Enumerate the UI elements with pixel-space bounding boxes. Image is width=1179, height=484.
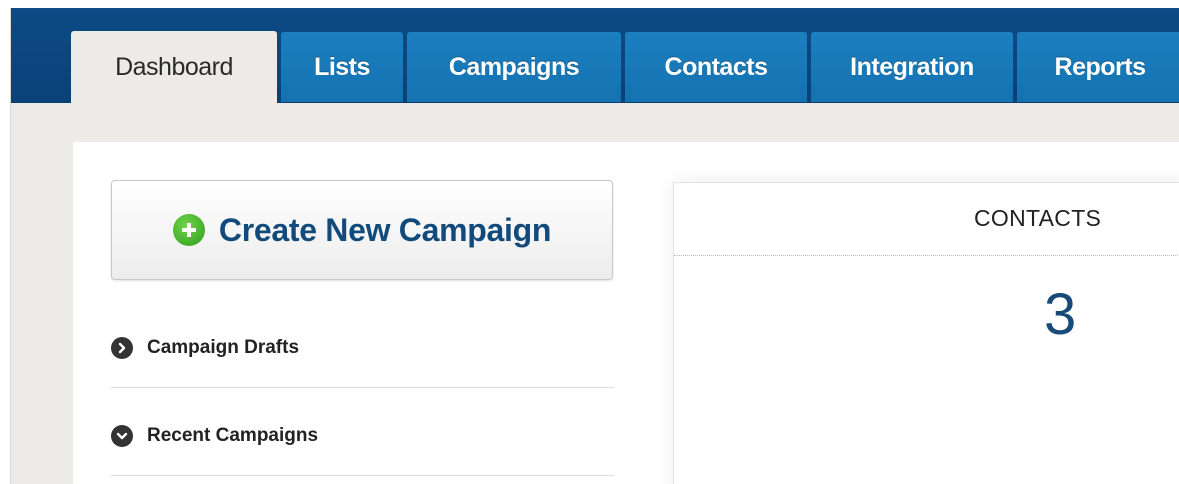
main-tabs: Dashboard Lists Campaigns Contacts Integ… (71, 31, 1179, 103)
tab-lists-label: Lists (314, 52, 370, 81)
recent-campaigns-section[interactable]: Recent Campaigns (111, 389, 614, 476)
tab-contacts[interactable]: Contacts (625, 32, 807, 102)
tab-dashboard[interactable]: Dashboard (71, 31, 277, 103)
create-new-campaign-label: Create New Campaign (218, 211, 552, 248)
top-navigation-bar: Dashboard Lists Campaigns Contacts Integ… (11, 8, 1179, 103)
dashboard-content: Create New Campaign Campaign Drafts Rece… (73, 142, 1179, 484)
tab-campaigns[interactable]: Campaigns (407, 32, 621, 102)
contacts-widget: CONTACTS 3 (673, 182, 1179, 484)
contacts-widget-title: CONTACTS (974, 205, 1102, 231)
tab-reports-label: Reports (1054, 52, 1146, 81)
app-frame: Dashboard Lists Campaigns Contacts Integ… (10, 8, 1179, 484)
tab-dashboard-label: Dashboard (115, 52, 233, 81)
chevron-right-circle-icon (111, 336, 133, 359)
plus-circle-icon (172, 214, 205, 246)
create-new-campaign-button[interactable]: Create New Campaign (111, 180, 613, 280)
campaign-drafts-section[interactable]: Campaign Drafts (111, 300, 614, 388)
campaign-drafts-label: Campaign Drafts (147, 336, 300, 358)
tab-integration-label: Integration (850, 52, 974, 81)
tab-lists[interactable]: Lists (281, 32, 403, 102)
recent-campaigns-label: Recent Campaigns (147, 425, 319, 446)
tab-integration[interactable]: Integration (811, 32, 1013, 102)
tab-contacts-label: Contacts (664, 52, 768, 81)
tab-reports[interactable]: Reports (1017, 32, 1179, 102)
contacts-count[interactable]: 3 (1044, 281, 1076, 348)
contacts-widget-divider (674, 255, 1179, 256)
tab-campaigns-label: Campaigns (448, 52, 580, 81)
chevron-down-circle-icon (111, 425, 133, 447)
